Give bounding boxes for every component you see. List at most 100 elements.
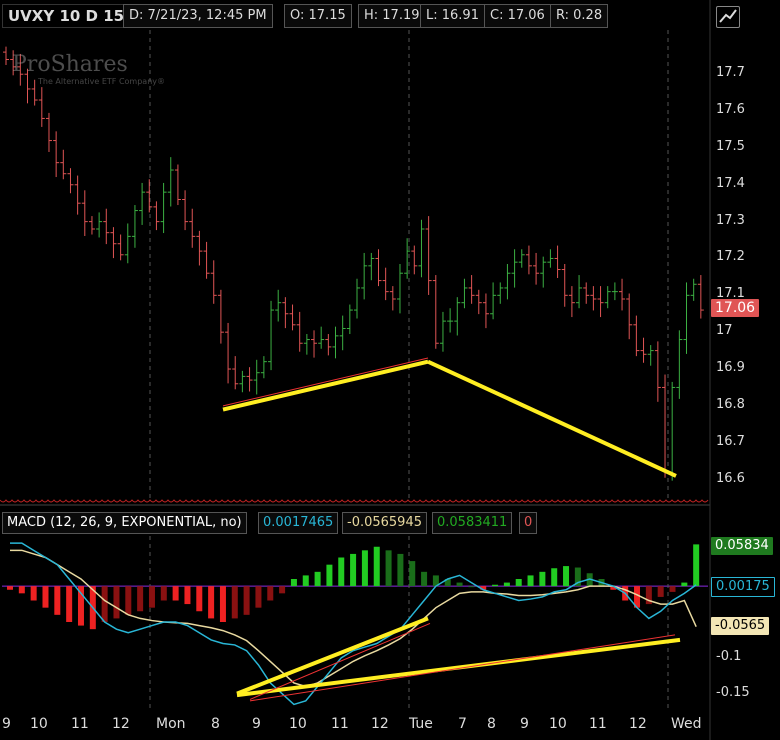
time-tick-label: 10	[289, 716, 307, 732]
macd-histogram-bar	[113, 586, 120, 619]
macd-histogram-bar	[669, 586, 676, 592]
time-tick-label: 10	[30, 716, 48, 732]
macd-histogram-bar	[219, 586, 226, 622]
macd-histogram-bar	[657, 586, 664, 597]
macd-histogram-bar	[101, 586, 108, 622]
macd-histogram-bar	[125, 586, 132, 615]
macd-histogram-bar	[148, 586, 155, 608]
macd-histogram-bar	[421, 571, 428, 587]
macd-histogram-bar	[54, 586, 61, 615]
macd-histogram-bar	[66, 586, 73, 622]
time-tick-label: 9	[520, 716, 529, 732]
price-tick-label: 17.3	[716, 212, 745, 228]
macd-avg: -0.0565945	[342, 512, 427, 534]
macd-tick-label: -0.1	[716, 648, 742, 664]
price-chart[interactable]	[0, 0, 780, 740]
macd-diff: 0.0583411	[432, 512, 513, 534]
macd-histogram-bar	[255, 586, 262, 608]
price-tick-label: 16.8	[716, 396, 745, 412]
high-value: H: 17.19	[358, 4, 426, 28]
macd-histogram-bar	[503, 582, 510, 587]
time-tick-label: Tue	[409, 716, 433, 732]
time-tick-label: 10	[549, 716, 567, 732]
macd-histogram-bar	[539, 571, 546, 587]
macd-histogram-bar	[361, 550, 368, 587]
macd-histogram-bar	[302, 575, 309, 587]
price-tick-label: 17.1	[716, 286, 745, 302]
macd-histogram-bar	[515, 579, 522, 587]
time-tick-label: 12	[371, 716, 389, 732]
time-tick-label: 12	[112, 716, 130, 732]
macd-histogram-bar	[397, 553, 404, 587]
macd-histogram-bar	[279, 586, 286, 594]
time-tick-label: 11	[331, 716, 349, 732]
macd-histogram-bar	[338, 557, 345, 587]
macd-histogram-bar	[456, 582, 463, 587]
macd-histogram-bar	[693, 544, 700, 587]
macd-label[interactable]: MACD (12, 26, 9, EXPONENTIAL, no)	[2, 512, 247, 534]
price-tick-label: 17.7	[716, 65, 745, 81]
time-tick-label: 11	[71, 716, 89, 732]
macd-histogram-bar	[326, 564, 333, 587]
macd-value: 0.0017465	[258, 512, 339, 534]
macd-value-tag: 0.00175	[711, 577, 775, 597]
macd-histogram-bar	[42, 586, 49, 608]
time-tick-label: 11	[589, 716, 607, 732]
time-tick-label: Mon	[156, 716, 186, 732]
time-tick-label: 7	[458, 716, 467, 732]
price-tick-label: 17.4	[716, 175, 745, 191]
price-tick-label: 16.9	[716, 360, 745, 376]
macd-histogram-bar	[290, 579, 297, 587]
macd-histogram-bar	[267, 586, 274, 601]
logo-tagline: The Alternative ETF Company®	[38, 77, 165, 86]
macd-histogram-bar	[373, 546, 380, 587]
price-tick-label: 16.6	[716, 470, 745, 486]
macd-histogram-bar	[551, 568, 558, 587]
macd-histogram-bar	[468, 586, 475, 588]
macd-histogram-bar	[184, 586, 191, 605]
time-tick-label: 12	[629, 716, 647, 732]
macd-histogram-bar	[563, 566, 570, 587]
time-tick-label: 8	[211, 716, 220, 732]
macd-histogram-bar	[172, 586, 179, 601]
macd-histogram-bar	[409, 561, 416, 587]
macd-histogram-bar	[385, 550, 392, 587]
bar-date: D: 7/21/23, 12:45 PM	[123, 4, 273, 28]
low-value: L: 16.91	[420, 4, 485, 28]
time-tick-label: 9	[2, 716, 11, 732]
macd-histogram-bar	[314, 571, 321, 587]
range-value: R: 0.28	[550, 4, 609, 28]
macd-histogram-bar	[492, 584, 499, 587]
macd-histogram-bar	[18, 586, 25, 594]
macd-avg-tag: -0.0565	[711, 617, 770, 635]
price-tick-label: 17.2	[716, 249, 745, 265]
price-tick-label: 17	[716, 323, 733, 339]
macd-histogram-bar	[208, 586, 215, 619]
macd-histogram-bar	[243, 586, 250, 615]
macd-histogram-bar	[160, 586, 167, 601]
macd-histogram-bar	[350, 553, 357, 587]
time-tick-label: 9	[252, 716, 261, 732]
macd-histogram-bar	[527, 575, 534, 587]
open-value: O: 17.15	[284, 4, 352, 28]
macd-histogram-bar	[30, 586, 37, 601]
macd-histogram-bar	[137, 586, 144, 612]
time-tick-label: 8	[487, 716, 496, 732]
price-tick-label: 17.5	[716, 138, 745, 154]
macd-tick-label: -0.15	[716, 684, 750, 700]
last-price-tag: 17.06	[711, 299, 760, 317]
macd-histogram-bar	[231, 586, 238, 619]
macd-extra: 0	[519, 512, 538, 534]
logo-name: ProShares	[12, 52, 128, 77]
proshares-logo: ProShares The Alternative ETF Company®	[12, 52, 165, 86]
macd-histogram-bar	[196, 586, 203, 612]
macd-histogram-bar	[7, 586, 13, 590]
macd-histogram-bar	[681, 582, 688, 587]
price-tick-label: 17.6	[716, 102, 745, 118]
close-value: C: 17.06	[484, 4, 551, 28]
chart-style-icon[interactable]	[716, 6, 740, 28]
price-tick-label: 16.7	[716, 433, 745, 449]
macd-histogram-bar	[77, 586, 84, 626]
time-tick-label: Wed	[671, 716, 702, 732]
macd-diff-tag: 0.05834	[711, 537, 773, 555]
